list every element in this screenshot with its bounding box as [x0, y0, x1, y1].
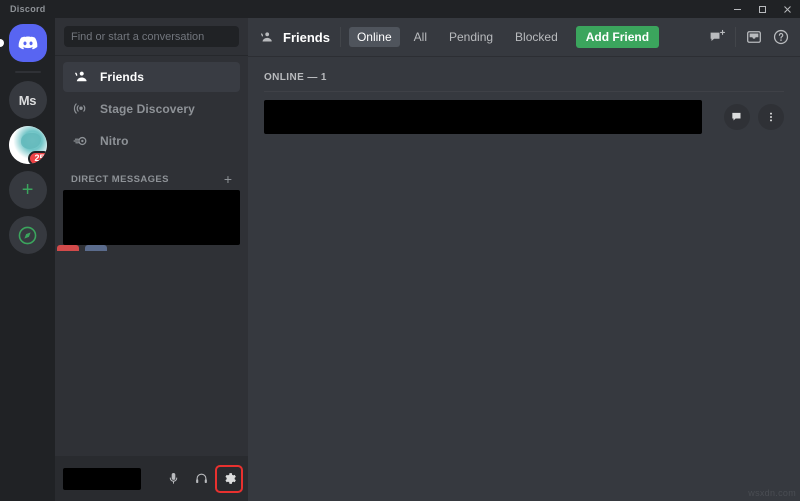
discord-window: Discord Ms 25	[0, 0, 800, 501]
sidebar-item-friends[interactable]: Friends	[63, 62, 240, 92]
topbar-divider	[340, 27, 341, 47]
user-settings-button[interactable]	[216, 466, 242, 492]
inbox-button[interactable]	[745, 28, 763, 46]
rail-divider	[15, 71, 41, 73]
tab-pending[interactable]: Pending	[441, 27, 501, 47]
app-title: Discord	[10, 4, 46, 14]
server-globe[interactable]: 25	[9, 126, 47, 164]
avatar-fragment	[85, 245, 107, 251]
page-title-label: Friends	[283, 30, 330, 45]
search-container: Find or start a conversation	[55, 18, 248, 55]
topbar-actions	[708, 27, 790, 47]
more-vertical-icon	[764, 110, 778, 124]
sidebar-nav: Friends Stage Discovery	[55, 56, 248, 158]
explore-servers-button[interactable]	[9, 216, 47, 254]
dm-avatar-fragments	[57, 245, 112, 251]
add-server-button[interactable]: +	[9, 171, 47, 209]
channel-sidebar: Find or start a conversation Friends	[55, 18, 248, 501]
section-header: ONLINE — 1	[264, 72, 784, 83]
gear-icon	[222, 471, 237, 486]
row-actions	[724, 104, 784, 130]
server-ms[interactable]: Ms	[9, 81, 47, 119]
title-bar: Discord	[0, 0, 800, 18]
close-button[interactable]	[775, 0, 800, 18]
friends-list-content: ONLINE — 1	[248, 56, 800, 501]
more-options-button[interactable]	[758, 104, 784, 130]
microphone-icon	[166, 471, 181, 486]
search-placeholder: Find or start a conversation	[71, 31, 204, 43]
inbox-icon	[745, 28, 763, 46]
watermark: wsxdn.com	[748, 488, 796, 498]
table-row[interactable]	[264, 91, 784, 142]
friends-icon	[71, 68, 90, 87]
minimize-button[interactable]	[725, 0, 750, 18]
nitro-icon	[71, 132, 90, 151]
direct-messages-header: DIRECT MESSAGES +	[55, 158, 248, 190]
sidebar-item-label: Friends	[100, 70, 144, 84]
headphones-icon	[194, 471, 209, 486]
direct-messages-list	[55, 190, 248, 245]
home-button[interactable]	[9, 24, 47, 62]
help-button[interactable]	[772, 28, 790, 46]
help-icon	[772, 28, 790, 46]
active-indicator-pill	[0, 39, 4, 47]
add-friend-button[interactable]: Add Friend	[576, 26, 659, 48]
friend-name-redacted	[264, 100, 702, 134]
top-bar: Friends Online All Pending Blocked Add F…	[248, 18, 800, 56]
user-panel	[55, 456, 248, 501]
unread-badge: 25	[28, 151, 46, 164]
new-message-icon	[708, 28, 726, 46]
deafen-button[interactable]	[188, 466, 214, 492]
window-controls	[725, 0, 800, 18]
new-message-button[interactable]	[708, 28, 726, 46]
search-input[interactable]: Find or start a conversation	[64, 26, 239, 47]
tab-all[interactable]: All	[406, 27, 435, 47]
mute-button[interactable]	[160, 466, 186, 492]
friends-icon	[258, 29, 275, 46]
sidebar-item-nitro[interactable]: Nitro	[63, 126, 240, 156]
sidebar-item-stage-discovery[interactable]: Stage Discovery	[63, 94, 240, 124]
stage-icon	[71, 100, 90, 119]
tab-blocked[interactable]: Blocked	[507, 27, 566, 47]
create-dm-button[interactable]: +	[224, 172, 232, 186]
list-item[interactable]	[63, 190, 240, 245]
maximize-button[interactable]	[750, 0, 775, 18]
direct-messages-label: DIRECT MESSAGES	[71, 174, 169, 185]
message-icon	[730, 110, 744, 124]
tab-online[interactable]: Online	[349, 27, 400, 47]
plus-icon: +	[22, 180, 33, 200]
server-rail: Ms 25 +	[0, 18, 55, 501]
discord-logo-icon	[17, 32, 39, 54]
sidebar-item-label: Stage Discovery	[100, 102, 195, 116]
avatar-fragment	[57, 245, 79, 251]
message-button[interactable]	[724, 104, 750, 130]
compass-icon	[17, 225, 38, 246]
user-panel-actions	[160, 466, 242, 492]
sidebar-item-label: Nitro	[100, 134, 129, 148]
topbar-divider	[735, 27, 736, 47]
main-content: Friends Online All Pending Blocked Add F…	[248, 18, 800, 501]
server-initials: Ms	[19, 93, 36, 108]
user-info-redacted[interactable]	[63, 468, 141, 490]
page-title: Friends	[258, 29, 340, 46]
